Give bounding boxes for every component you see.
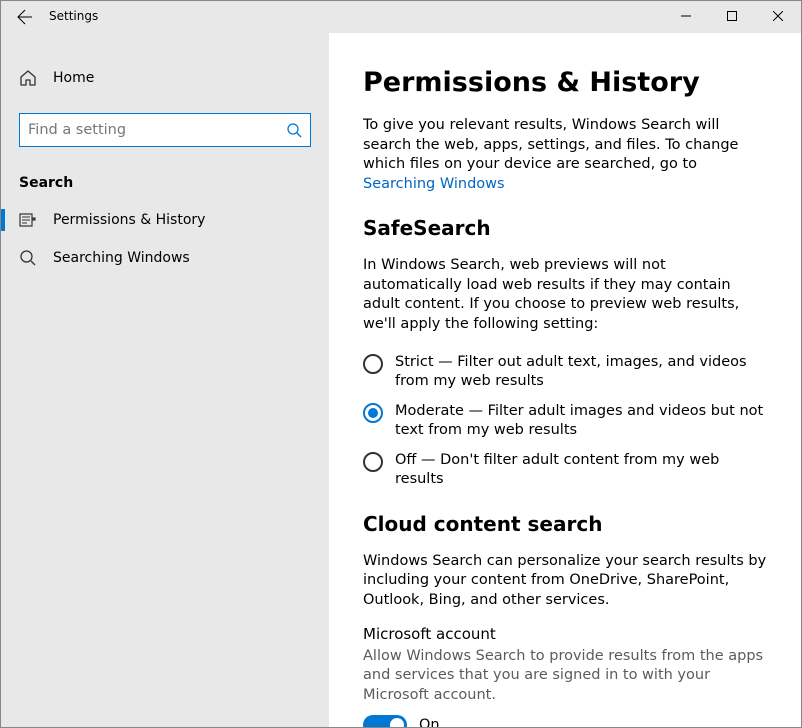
main-content: Permissions & History To give you releva… (329, 33, 801, 727)
radio-icon (363, 403, 383, 423)
sidebar-home-label: Home (53, 70, 94, 86)
window-title: Settings (49, 1, 98, 23)
search-box[interactable] (19, 113, 311, 147)
sidebar-item-searching-windows[interactable]: Searching Windows (1, 239, 329, 277)
ms-account-desc: Allow Windows Search to provide results … (363, 647, 769, 706)
titlebar: Settings (1, 1, 801, 33)
safesearch-heading: SafeSearch (363, 216, 769, 240)
maximize-button[interactable] (709, 1, 755, 31)
safesearch-radio-off[interactable]: Off — Don't filter adult content from my… (363, 451, 769, 490)
ms-account-toggle[interactable] (363, 715, 407, 727)
minimize-button[interactable] (663, 1, 709, 31)
back-button[interactable] (1, 1, 49, 33)
searching-windows-icon (19, 249, 37, 267)
home-icon (19, 69, 37, 87)
sidebar: Home Search Permissions & History Se (1, 33, 329, 727)
page-title: Permissions & History (363, 67, 769, 98)
close-button[interactable] (755, 1, 801, 31)
sidebar-item-label: Searching Windows (53, 250, 190, 266)
sidebar-group-label: Search (1, 171, 329, 201)
sidebar-item-label: Permissions & History (53, 212, 205, 228)
radio-label: Moderate — Filter adult images and video… (395, 402, 769, 441)
ms-account-toggle-label: On (419, 717, 440, 727)
safesearch-radio-moderate[interactable]: Moderate — Filter adult images and video… (363, 402, 769, 441)
radio-icon (363, 354, 383, 374)
search-icon (286, 122, 302, 138)
radio-label: Strict — Filter out adult text, images, … (395, 353, 769, 392)
radio-icon (363, 452, 383, 472)
safesearch-desc: In Windows Search, web previews will not… (363, 256, 769, 334)
ms-account-toggle-row: On (363, 715, 769, 727)
searching-windows-link[interactable]: Searching Windows (363, 176, 505, 192)
intro-text: To give you relevant results, Windows Se… (363, 116, 769, 194)
sidebar-item-permissions-history[interactable]: Permissions & History (1, 201, 329, 239)
sidebar-home[interactable]: Home (1, 61, 329, 95)
search-input[interactable] (28, 122, 286, 138)
permissions-icon (19, 211, 37, 229)
cloud-desc: Windows Search can personalize your sear… (363, 552, 769, 611)
cloud-heading: Cloud content search (363, 512, 769, 536)
radio-label: Off — Don't filter adult content from my… (395, 451, 769, 490)
ms-account-title: Microsoft account (363, 625, 769, 643)
safesearch-radio-strict[interactable]: Strict — Filter out adult text, images, … (363, 353, 769, 392)
safesearch-radio-group: Strict — Filter out adult text, images, … (363, 353, 769, 490)
